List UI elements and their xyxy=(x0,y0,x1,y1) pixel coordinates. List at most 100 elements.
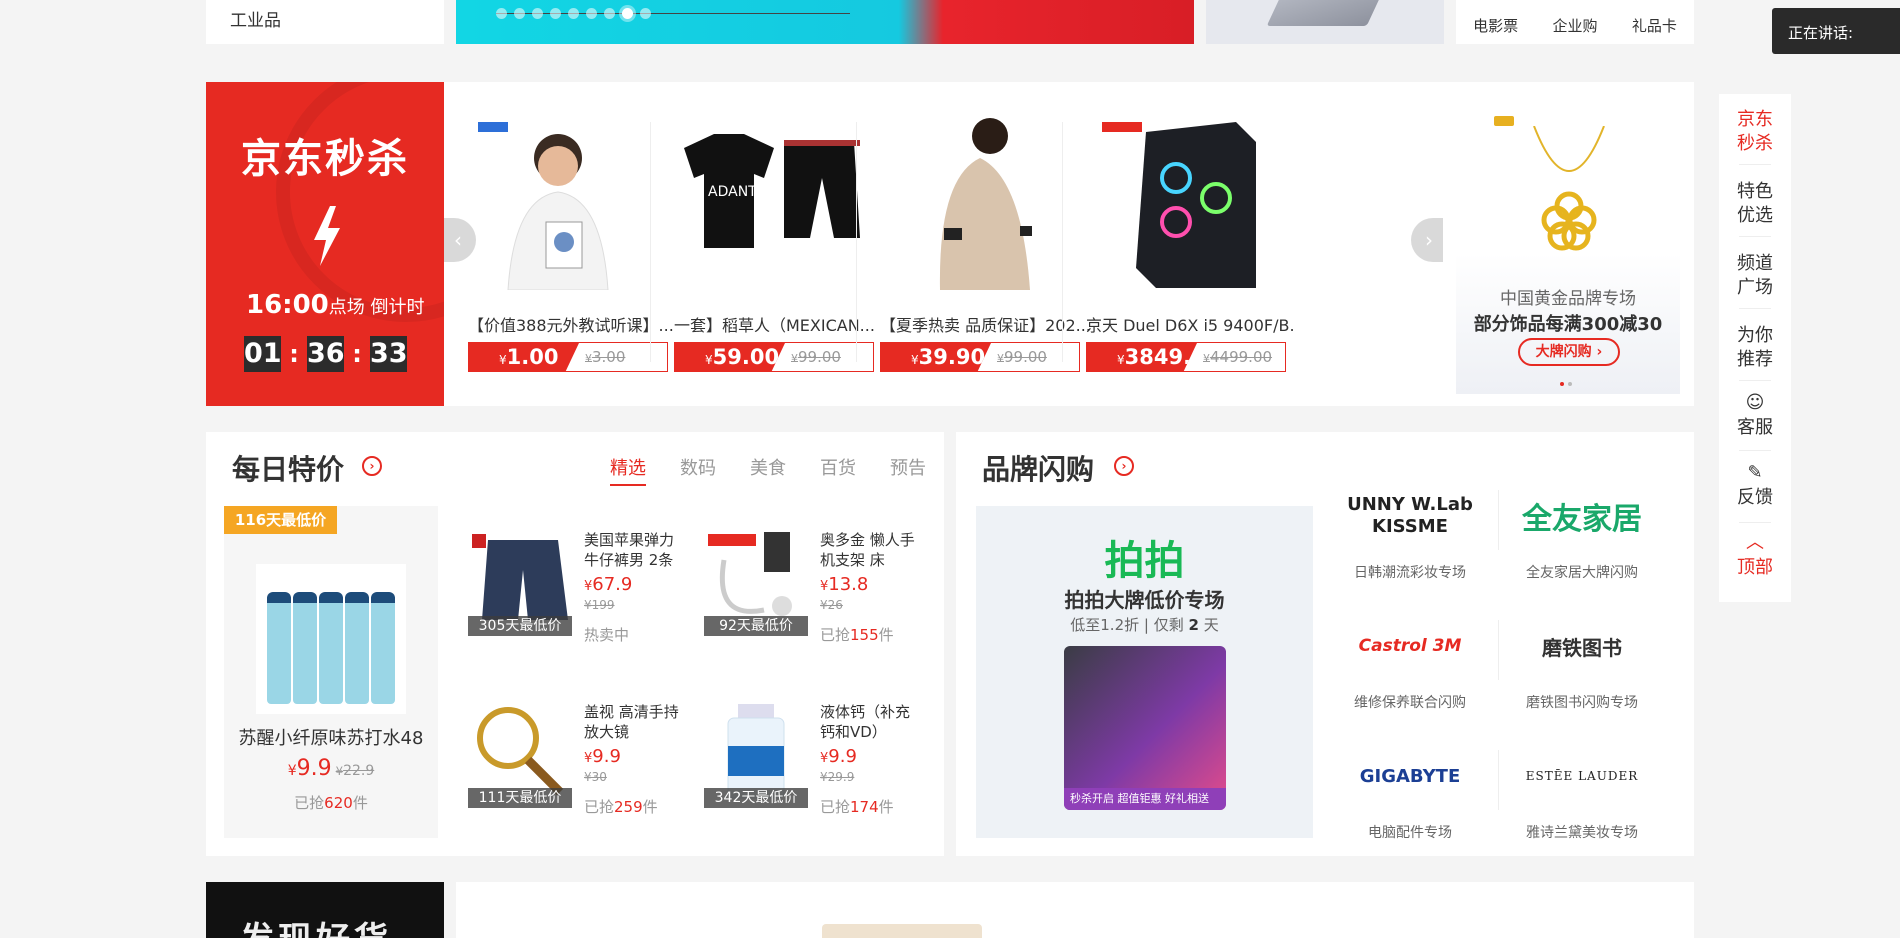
tool-label: 顶部 xyxy=(1737,557,1773,578)
daily-deals: 每日特价 › 精选 数码 美食 百货 预告 116天最低价 苏醒小纤原味苏打水4… xyxy=(206,432,944,856)
pager-dot-active[interactable] xyxy=(1560,382,1564,386)
divider xyxy=(1739,164,1771,165)
paipai-logo: 拍拍 xyxy=(1104,538,1185,584)
bottle-shape xyxy=(345,592,369,704)
countdown-seconds: 33 xyxy=(370,336,408,372)
old-price-value: 99.00 xyxy=(798,348,841,366)
product-name[interactable]: 【价值388元外教试听课】... xyxy=(468,312,678,336)
original-price: ¥29.9 xyxy=(820,770,855,784)
necklace-image xyxy=(1533,126,1605,251)
category-item[interactable]: 工业品 xyxy=(206,0,444,44)
subtitle-text: 低至1.2折 | 仅剩 xyxy=(1070,616,1184,634)
pager-dot[interactable] xyxy=(1568,382,1572,386)
link-movie-tickets[interactable]: 电影票 xyxy=(1473,15,1518,36)
paipai-promo[interactable]: 拍拍 拍拍大牌低价专场 低至1.2折 | 仅剩 2 天 秒杀开启 超值钜惠 好礼… xyxy=(976,506,1313,838)
deal-item[interactable]: 111天最低价 盖视 高清手持放大镜 ¥9.9 ¥30 已抢259件 xyxy=(468,702,698,852)
product-name[interactable]: 一套】稻草人（MEXICAN... xyxy=(674,312,884,336)
discover-goods-entry[interactable]: 发现好货 xyxy=(206,882,444,938)
clock-decoration xyxy=(276,82,444,322)
tab-selected[interactable]: 精选 xyxy=(610,454,646,486)
currency-symbol: ¥ xyxy=(499,353,507,367)
deal-item[interactable]: 92天最低价 奥多金 懒人手机支架 床 ¥13.8 ¥26 已抢155件 xyxy=(704,530,934,680)
carousel-dot[interactable] xyxy=(550,7,561,19)
old-price-value: 3.00 xyxy=(592,348,626,366)
carousel-dot-active[interactable] xyxy=(622,7,633,19)
brand-cell[interactable]: UNNY W.Lab KISSME 日韩潮流彩妆专场 xyxy=(1326,472,1494,592)
tool-back-to-top[interactable]: ︿ 顶部 xyxy=(1719,534,1791,580)
currency-symbol: ¥ xyxy=(1117,353,1125,367)
sold-count: 已抢620件 xyxy=(224,792,438,813)
current-price: ¥9.9 xyxy=(820,746,857,767)
banner-carousel[interactable] xyxy=(456,0,1194,44)
carousel-dot[interactable] xyxy=(568,7,579,19)
seckill-entry[interactable]: 京东秒杀 16:00点场 倒计时 01 : 36 : 33 xyxy=(206,82,444,406)
sold-number: 174 xyxy=(850,798,879,816)
original-price: ¥4499.00 xyxy=(1197,343,1285,371)
brand-cell[interactable]: 全友家居 全友家居大牌闪购 xyxy=(1498,472,1666,592)
tool-channels[interactable]: 频道广场 xyxy=(1719,252,1791,300)
sale-status: 热卖中 xyxy=(584,626,630,644)
carousel-dot[interactable] xyxy=(496,7,507,19)
promo-banner[interactable] xyxy=(1206,0,1444,44)
carousel-dot[interactable] xyxy=(586,7,597,19)
promo-strip: 秒杀开启 超值钜惠 好礼相送 xyxy=(1064,788,1226,810)
product-image xyxy=(478,122,609,290)
brand-cell[interactable]: Castrol 3M 维修保养联合闪购 xyxy=(1326,602,1494,722)
link-gift-card[interactable]: 礼品卡 xyxy=(1632,15,1677,36)
sold-number: 259 xyxy=(614,798,643,816)
sold-prefix: 已抢 xyxy=(294,794,325,812)
brand-flash-button[interactable]: 大牌闪购 › xyxy=(1518,338,1620,366)
tool-label: 京东秒杀 xyxy=(1737,109,1773,154)
section-title[interactable]: 每日特价 xyxy=(232,448,344,488)
tool-customer-service[interactable]: ☺ 客服 xyxy=(1719,394,1791,440)
tool-featured[interactable]: 特色优选 xyxy=(1719,180,1791,228)
tab-general[interactable]: 百货 xyxy=(820,454,856,486)
brand-cell[interactable]: GIGABYTE 电脑配件专场 xyxy=(1326,732,1494,852)
featured-deal[interactable]: 116天最低价 苏醒小纤原味苏打水48 ¥9.9 ¥22.9 已抢620件 xyxy=(224,506,438,838)
product-image: ADANTE xyxy=(684,134,860,248)
old-price-value: 99.00 xyxy=(1004,348,1047,366)
tool-label: 反馈 xyxy=(1737,487,1773,508)
deal-item[interactable]: 305天最低价 美国苹果弹力牛仔裤男 2条 ¥67.9 ¥199 热卖中 xyxy=(468,530,698,680)
currency-symbol: ¥ xyxy=(1203,352,1210,365)
promo-subtitle: 低至1.2折 | 仅剩 2 天 xyxy=(976,614,1313,635)
current-price: ¥1.00 xyxy=(469,343,579,371)
gold-brand-promo[interactable]: 中国黄金品牌专场 部分饰品每满300减30 大牌闪购 › xyxy=(1456,82,1680,394)
tool-seckill[interactable]: 京东秒杀 xyxy=(1719,108,1791,156)
carousel-dot[interactable] xyxy=(604,7,615,19)
session-hour: 16:00 xyxy=(246,290,329,320)
promo-pager[interactable] xyxy=(1560,382,1572,386)
lowest-price-tag: 111天最低价 xyxy=(468,788,572,808)
product-name[interactable]: 京天 Duel D6X i5 9400F/B... xyxy=(1086,312,1296,336)
original-price: ¥30 xyxy=(584,770,607,784)
bottle-shape xyxy=(293,592,317,704)
carousel-dots[interactable] xyxy=(496,6,651,20)
tab-digital[interactable]: 数码 xyxy=(680,454,716,486)
brand-cell[interactable]: ESTĒE LAUDER 雅诗兰黛美妆专场 xyxy=(1498,732,1666,852)
carousel-dot[interactable] xyxy=(514,7,525,19)
deal-item[interactable]: 342天最低价 液体钙（补充钙和VD） ¥9.9 ¥29.9 已抢174件 xyxy=(704,702,934,852)
link-enterprise[interactable]: 企业购 xyxy=(1552,15,1597,36)
carousel-dot[interactable] xyxy=(532,7,543,19)
tool-recommend[interactable]: 为你推荐 xyxy=(1719,324,1791,372)
seckill-product[interactable]: 京天 Duel D6X i5 9400F/B... ¥3849.00 ¥4499.… xyxy=(1062,82,1312,406)
brand-cell[interactable]: 磨铁图书 磨铁图书闪购专场 xyxy=(1498,602,1666,722)
brand-caption: 全友家居大牌闪购 xyxy=(1526,565,1638,581)
arrow-right-icon[interactable]: › xyxy=(1114,456,1134,476)
tab-preview[interactable]: 预告 xyxy=(890,454,926,486)
price-value: 39.90 xyxy=(918,345,986,369)
arrow-right-icon[interactable]: › xyxy=(362,456,382,476)
product-name[interactable]: 【夏季热卖 品质保证】202... xyxy=(880,312,1090,336)
tool-feedback[interactable]: ✎ 反馈 xyxy=(1719,464,1791,510)
lightning-icon xyxy=(314,206,340,266)
tool-label: 为你推荐 xyxy=(1737,325,1773,370)
section-title[interactable]: 品牌闪购 xyxy=(982,448,1094,488)
price-tag: ¥39.90 ¥99.00 xyxy=(880,342,1080,372)
divider xyxy=(1739,236,1771,237)
carousel-dot[interactable] xyxy=(640,7,651,19)
price-tag: ¥3849.00 ¥4499.00 xyxy=(1086,342,1286,372)
divider xyxy=(1739,308,1771,309)
lowest-price-tag: 342天最低价 xyxy=(704,788,808,808)
price-tag: ¥59.00 ¥99.00 xyxy=(674,342,874,372)
tab-food[interactable]: 美食 xyxy=(750,454,786,486)
